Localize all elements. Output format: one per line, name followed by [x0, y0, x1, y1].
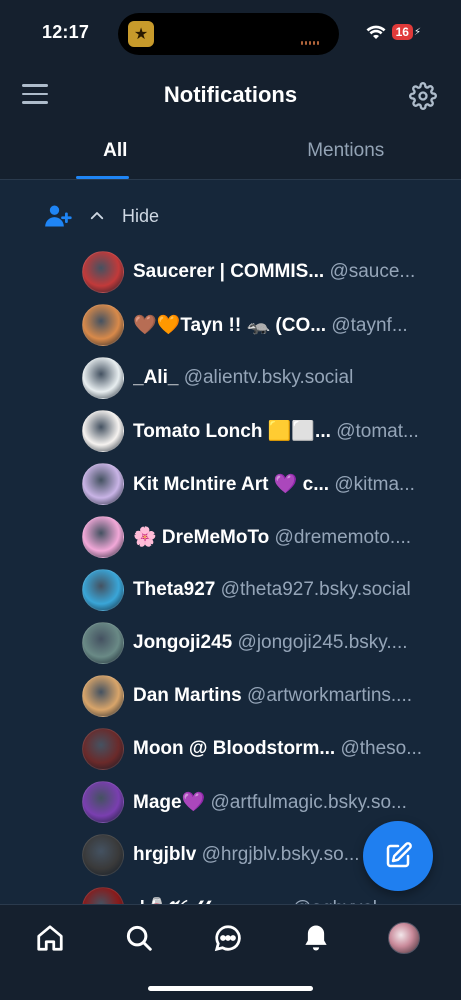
user-display-name: Moon @ Bloodstorm...	[133, 737, 336, 759]
user-handle: @jongoji245.bsky....	[237, 631, 408, 653]
user-display-name: Dan Martins	[133, 684, 242, 706]
list-item[interactable]: Saucerer | COMMIS... @sauce...	[82, 245, 461, 298]
status-time: 12:17	[42, 22, 90, 42]
user-text: Kit McIntire Art 💜 c... @kitma...	[133, 472, 461, 496]
now-playing-app-icon: ★	[128, 21, 154, 47]
app-header: Notifications	[0, 66, 461, 124]
avatar[interactable]	[82, 833, 124, 876]
user-handle: @theso...	[340, 737, 423, 759]
user-handle: @theta927.bsky.social	[220, 578, 411, 600]
battery-level: 16	[391, 24, 413, 40]
search-icon	[126, 925, 152, 951]
hide-toggle[interactable]: Hide	[44, 201, 159, 231]
user-text: Tomato Lonch 🟨⬜... @tomat...	[133, 419, 461, 443]
avatar[interactable]	[82, 409, 124, 452]
hide-label: Hide	[122, 205, 160, 226]
list-item[interactable]: Kit McIntire Art 💜 c... @kitma...	[82, 457, 461, 510]
charging-icon: ⚡	[413, 26, 421, 38]
user-text: Mage💜 @artfulmagic.bsky.so...	[133, 790, 461, 814]
profile-avatar	[388, 922, 420, 954]
gear-icon[interactable]	[409, 82, 437, 110]
avatar[interactable]	[82, 303, 124, 346]
user-display-name: Saucerer | COMMIS...	[133, 260, 325, 282]
dynamic-island[interactable]: ★	[118, 13, 339, 55]
user-handle: @tomat...	[336, 420, 419, 442]
avatar[interactable]	[82, 568, 124, 611]
user-handle: @hrgjblv.bsky.so...	[201, 843, 360, 865]
user-display-name: 🤎🧡Tayn !! 🦡 (CO...	[133, 314, 327, 336]
user-display-name: Jongoji245	[133, 631, 233, 653]
tab-all[interactable]: All	[0, 124, 231, 179]
user-handle: @alientv.bsky.social	[183, 366, 354, 388]
battery-indicator: 16 ⚡	[391, 24, 421, 40]
avatar[interactable]	[82, 727, 124, 770]
list-item[interactable]: _Ali_ @alientv.bsky.social	[82, 351, 461, 404]
avatar[interactable]	[82, 674, 124, 717]
user-display-name: hrgjblv	[133, 843, 197, 865]
user-text: 🌸 DreMeMoTo @drememoto....	[133, 525, 461, 549]
nav-profile[interactable]	[387, 921, 421, 955]
list-item[interactable]: Theta927 @theta927.bsky.social	[82, 563, 461, 616]
compose-icon	[386, 842, 412, 868]
notification-tabs: All Mentions	[0, 124, 461, 180]
notifications-list[interactable]: Hide Saucerer | COMMIS... @sauce... 🤎🧡Tay…	[0, 181, 461, 904]
home-icon	[37, 925, 63, 951]
bottom-navigation	[0, 904, 461, 1000]
avatar[interactable]	[82, 780, 124, 823]
status-bar: 12:17 ★ 16 ⚡	[0, 0, 461, 66]
avatar[interactable]	[82, 515, 124, 558]
tab-mentions[interactable]: Mentions	[231, 124, 461, 179]
user-handle: @artworkmartins....	[247, 684, 413, 706]
user-text: Moon @ Bloodstorm... @theso...	[133, 738, 461, 760]
avatar[interactable]	[82, 621, 124, 664]
list-item[interactable]: 🌸 DreMeMoTo @drememoto....	[82, 510, 461, 563]
chevron-up-icon	[90, 212, 104, 220]
user-text: Dan Martins @artworkmartins....	[133, 685, 461, 707]
person-add-icon	[45, 205, 72, 227]
avatar[interactable]	[82, 462, 124, 505]
nav-home[interactable]	[33, 921, 67, 955]
list-item[interactable]: Mage💜 @artfulmagic.bsky.so...	[82, 775, 461, 828]
list-item[interactable]: Tomato Lonch 🟨⬜... @tomat...	[82, 404, 461, 457]
follower-list: Saucerer | COMMIS... @sauce... 🤎🧡Tayn !! …	[82, 245, 461, 904]
active-tab-indicator	[76, 176, 129, 179]
list-item[interactable]: 🤎🧡Tayn !! 🦡 (CO... @taynf...	[82, 298, 461, 351]
user-text: •|🍷𝓥𝓸𝓵𝓴𝓸𝓶𝓮𝓷𝓷... @aghvvol...	[133, 896, 461, 905]
user-handle: @drememoto....	[274, 526, 412, 548]
user-text: _Ali_ @alientv.bsky.social	[133, 367, 461, 389]
user-display-name: Mage💜	[133, 791, 206, 813]
tab-mentions-label: Mentions	[307, 140, 385, 161]
avatar[interactable]	[82, 250, 124, 293]
user-handle: @kitma...	[334, 473, 415, 495]
user-text: Theta927 @theta927.bsky.social	[133, 579, 461, 601]
bell-icon	[305, 925, 327, 951]
list-item[interactable]: Moon @ Bloodstorm... @theso...	[82, 722, 461, 775]
status-indicators: 16 ⚡	[366, 24, 421, 40]
tab-all-label: All	[103, 140, 128, 161]
compose-button[interactable]	[363, 821, 433, 891]
audio-wave-icon	[301, 32, 323, 45]
user-text: Jongoji245 @jongoji245.bsky....	[133, 632, 461, 654]
list-item[interactable]: Jongoji245 @jongoji245.bsky....	[82, 616, 461, 669]
home-indicator	[148, 986, 313, 991]
user-handle: @sauce...	[329, 260, 416, 282]
list-item[interactable]: Dan Martins @artworkmartins....	[82, 669, 461, 722]
wifi-icon	[366, 25, 386, 39]
nav-notifications[interactable]	[299, 921, 333, 955]
user-display-name: Theta927	[133, 578, 216, 600]
user-display-name: _Ali_	[133, 366, 179, 388]
user-display-name: 🌸 DreMeMoTo	[133, 526, 270, 548]
nav-chat[interactable]	[211, 921, 245, 955]
avatar[interactable]	[82, 356, 124, 399]
user-text: Saucerer | COMMIS... @sauce...	[133, 261, 461, 283]
user-handle: @taynf...	[331, 314, 408, 336]
user-display-name: Tomato Lonch 🟨⬜...	[133, 420, 331, 442]
page-title: Notifications	[163, 82, 298, 107]
user-display-name: Kit McIntire Art 💜 c...	[133, 473, 330, 495]
user-handle: @artfulmagic.bsky.so...	[210, 791, 407, 813]
chat-icon	[214, 925, 241, 952]
user-text: 🤎🧡Tayn !! 🦡 (CO... @taynf...	[133, 313, 461, 337]
nav-search[interactable]	[122, 921, 156, 955]
avatar[interactable]	[82, 886, 124, 904]
